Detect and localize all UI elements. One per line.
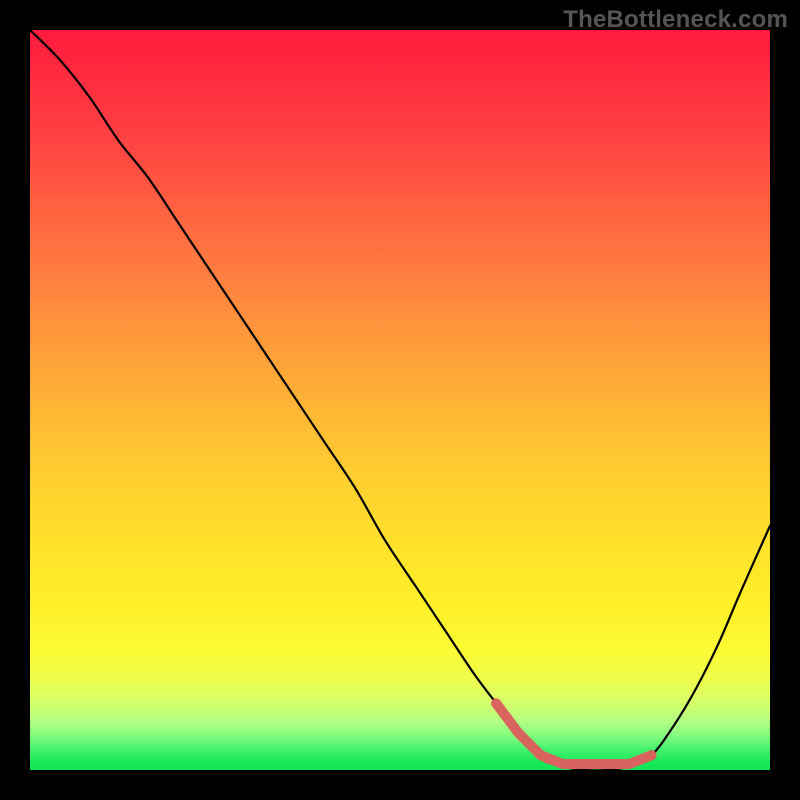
optimal-range-dot (647, 750, 657, 760)
optimal-range-dot (491, 698, 501, 708)
curve-svg (30, 30, 770, 770)
watermark-text: TheBottleneck.com (563, 6, 788, 34)
bottleneck-curve (30, 30, 770, 770)
plot-area (30, 30, 770, 770)
chart-frame: TheBottleneck.com (0, 0, 800, 800)
optimal-range-dot (543, 754, 553, 764)
optimal-range-dot (517, 732, 527, 742)
optimal-range-dot (621, 759, 631, 769)
optimal-range-dot (569, 759, 579, 769)
optimal-range-dot (595, 759, 605, 769)
